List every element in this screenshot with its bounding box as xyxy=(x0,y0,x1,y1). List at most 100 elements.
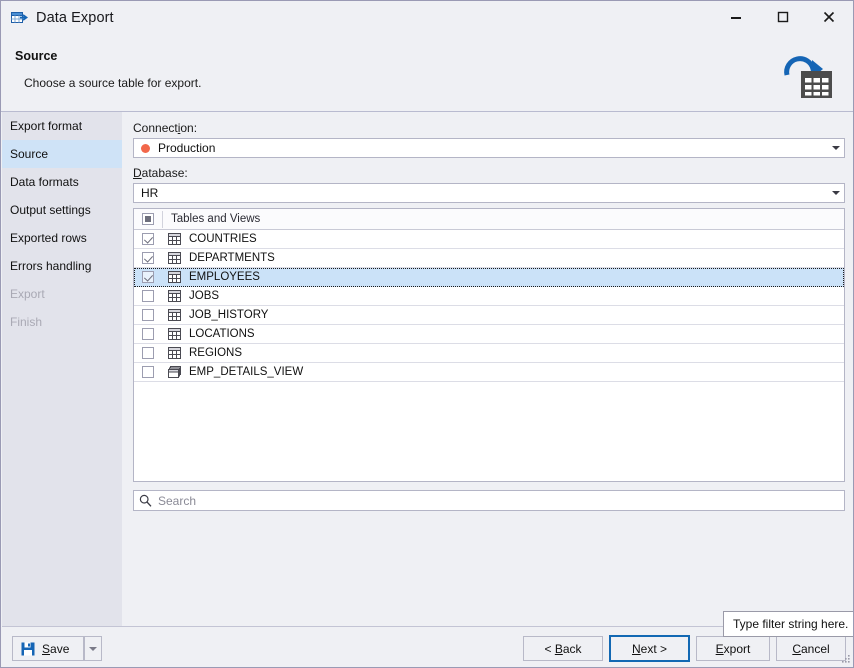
row-checkbox[interactable] xyxy=(134,309,162,321)
wizard-steps-sidebar: Export format Source Data formats Output… xyxy=(2,112,122,626)
sidebar-item-label: Output settings xyxy=(10,203,91,217)
table-icon xyxy=(162,328,186,340)
table-row[interactable]: EMP_DETAILS_VIEW xyxy=(134,363,844,382)
connection-combobox[interactable]: Production xyxy=(133,138,845,158)
minimize-button[interactable] xyxy=(713,1,759,32)
page-title: Source xyxy=(15,49,58,63)
checkbox-unchecked-icon xyxy=(142,328,154,340)
chevron-down-icon[interactable] xyxy=(827,139,844,157)
tables-and-views-list[interactable]: Tables and Views COUNTRIES DEPARTMENTS E… xyxy=(133,208,845,482)
next-label-accel: N xyxy=(631,641,641,656)
maximize-icon xyxy=(777,11,789,22)
connection-label: Connection: xyxy=(133,121,197,135)
row-checkbox[interactable] xyxy=(134,366,162,378)
sidebar-item-label: Finish xyxy=(10,315,43,329)
close-button[interactable] xyxy=(806,1,852,32)
table-name: EMPLOYEES xyxy=(189,271,260,283)
search-input[interactable]: Search xyxy=(133,490,845,511)
table-icon xyxy=(162,309,186,321)
sidebar-item-export-format[interactable]: Export format xyxy=(2,112,122,140)
sidebar-item-finish: Finish xyxy=(2,308,122,336)
table-row[interactable]: DEPARTMENTS xyxy=(134,249,844,268)
table-name: REGIONS xyxy=(189,347,243,359)
table-icon xyxy=(162,271,186,283)
database-value: HR xyxy=(141,186,159,200)
window-title: Data Export xyxy=(36,10,114,26)
next-label: ext > xyxy=(640,641,668,656)
table-row[interactable]: EMPLOYEES xyxy=(134,268,844,287)
checkbox-unchecked-icon xyxy=(142,366,154,378)
row-checkbox[interactable] xyxy=(134,290,162,302)
connection-label-post: on: xyxy=(180,121,198,135)
table-row[interactable]: LOCATIONS xyxy=(134,325,844,344)
select-all-checkbox[interactable] xyxy=(134,213,162,225)
sidebar-item-label: Export xyxy=(10,287,45,301)
data-export-dialog: Data Export Source Choose a source table… xyxy=(0,0,854,668)
sidebar-item-source[interactable]: Source xyxy=(2,140,122,168)
checkbox-unchecked-icon xyxy=(142,309,154,321)
sidebar-item-data-formats[interactable]: Data formats xyxy=(2,168,122,196)
page-subtitle: Choose a source table for export. xyxy=(24,76,202,90)
save-dropdown-button[interactable] xyxy=(84,636,102,661)
resize-grip[interactable] xyxy=(839,653,851,665)
export-label: xport xyxy=(723,641,751,656)
table-name: LOCATIONS xyxy=(189,328,255,340)
sidebar-item-label: Export format xyxy=(10,119,83,133)
connection-status-dot xyxy=(141,143,150,153)
sidebar-item-errors-handling[interactable]: Errors handling xyxy=(2,252,122,280)
table-row[interactable]: JOBS xyxy=(134,287,844,306)
table-name: DEPARTMENTS xyxy=(189,252,275,264)
save-label-accel: S xyxy=(42,641,51,656)
cancel-label: ancel xyxy=(800,641,830,656)
sidebar-item-exported-rows[interactable]: Exported rows xyxy=(2,224,122,252)
sidebar-item-label: Source xyxy=(10,147,49,161)
table-row[interactable]: REGIONS xyxy=(134,344,844,363)
table-export-icon xyxy=(11,11,29,26)
search-tooltip: Type filter string here. xyxy=(723,611,853,637)
maximize-button[interactable] xyxy=(760,1,806,32)
wizard-header: Source Choose a source table for export. xyxy=(2,35,852,111)
back-label-pre: < xyxy=(544,641,555,656)
connection-label-pre: Connect xyxy=(133,121,178,135)
table-name: JOB_HISTORY xyxy=(189,309,269,321)
table-name: EMP_DETAILS_VIEW xyxy=(189,366,304,378)
checkbox-unchecked-icon xyxy=(142,347,154,359)
checkbox-unchecked-icon xyxy=(142,290,154,302)
next-button[interactable]: Next > xyxy=(609,635,690,662)
table-icon xyxy=(162,252,186,264)
checkbox-checked-icon xyxy=(142,233,154,245)
table-icon xyxy=(162,290,186,302)
sidebar-item-label: Exported rows xyxy=(10,231,87,245)
close-icon xyxy=(823,11,835,22)
source-panel: Connection: Production Database: HR Tabl… xyxy=(122,112,853,626)
database-combobox[interactable]: HR xyxy=(133,183,845,203)
back-button[interactable]: < Back xyxy=(523,636,603,661)
back-label-accel: B xyxy=(554,641,563,656)
chevron-down-icon[interactable] xyxy=(827,184,844,202)
table-row[interactable]: COUNTRIES xyxy=(134,230,844,249)
chevron-down-icon xyxy=(89,646,97,651)
save-button[interactable]: Save xyxy=(12,636,84,661)
connection-value: Production xyxy=(158,141,216,155)
row-checkbox[interactable] xyxy=(134,271,162,283)
row-checkbox[interactable] xyxy=(134,347,162,359)
table-row[interactable]: JOB_HISTORY xyxy=(134,306,844,325)
search-icon xyxy=(134,494,153,507)
export-button[interactable]: Export xyxy=(696,636,770,661)
back-label: ack xyxy=(562,641,582,656)
sidebar-item-label: Errors handling xyxy=(10,259,92,273)
title-bar: Data Export xyxy=(1,1,853,35)
cancel-button[interactable]: Cancel xyxy=(776,636,846,661)
table-name: JOBS xyxy=(189,290,220,302)
database-label-post: atabase: xyxy=(141,166,188,180)
table-icon xyxy=(162,347,186,359)
view-icon xyxy=(162,366,186,378)
row-checkbox[interactable] xyxy=(134,252,162,264)
table-name: COUNTRIES xyxy=(189,233,257,245)
sidebar-item-output-settings[interactable]: Output settings xyxy=(2,196,122,224)
column-header-tables-and-views: Tables and Views xyxy=(171,213,261,225)
export-table-icon xyxy=(779,49,833,99)
row-checkbox[interactable] xyxy=(134,233,162,245)
row-checkbox[interactable] xyxy=(134,328,162,340)
table-icon xyxy=(162,233,186,245)
